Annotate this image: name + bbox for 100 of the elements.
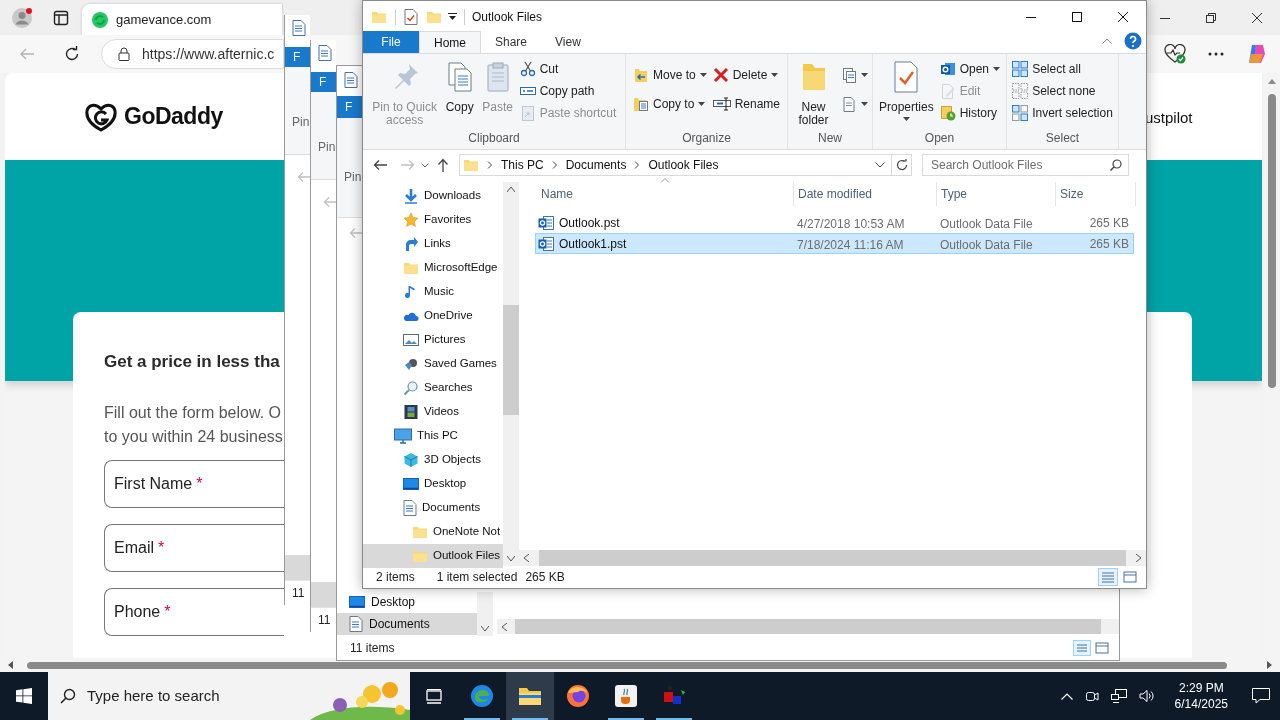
- search-field[interactable]: Search Outlook Files: [922, 154, 1129, 176]
- collapse-ribbon-icon[interactable]: [1102, 38, 1112, 44]
- more-icon[interactable]: [1208, 52, 1224, 56]
- network-icon[interactable]: [1110, 689, 1127, 703]
- nav-item[interactable]: Saved Games: [363, 352, 503, 376]
- tray-chevron-icon[interactable]: [1060, 692, 1073, 700]
- heartbeat-shield-icon[interactable]: [1164, 44, 1186, 64]
- game-piece-icon: [403, 356, 419, 372]
- close-icon: [1118, 11, 1128, 22]
- breadcrumb-item[interactable]: Outlook Files: [648, 156, 719, 174]
- nav-item[interactable]: Documents: [337, 613, 477, 635]
- ribbon-tab[interactable]: Share: [481, 31, 542, 53]
- chevron-icon: [487, 161, 493, 169]
- ribbon-button[interactable]: Select none: [1012, 81, 1113, 101]
- ribbon-button[interactable]: Copy: [443, 59, 476, 114]
- ribbon-tab[interactable]: Home: [419, 31, 481, 53]
- file-tab[interactable]: F: [337, 96, 363, 118]
- file-tab[interactable]: File: [363, 31, 419, 53]
- meet-now-icon[interactable]: [1084, 689, 1099, 703]
- column-header[interactable]: Size: [1056, 182, 1136, 206]
- file-tab[interactable]: F: [311, 72, 336, 92]
- nav-item[interactable]: Favorites: [363, 208, 503, 232]
- nav-item[interactable]: Desktop: [363, 472, 503, 496]
- column-header[interactable]: Type: [937, 182, 1056, 206]
- notification-icon[interactable]: [1252, 688, 1270, 704]
- file-row[interactable]: Outlook.pst 4/27/2018 10:53 AM Outlook Data File 265 KB: [535, 212, 1134, 233]
- details-list-icon: [1099, 569, 1117, 585]
- easy-access-icon: [840, 96, 857, 112]
- nav-item[interactable]: Documents: [363, 496, 503, 520]
- customize-caret-icon[interactable]: [448, 12, 457, 21]
- large-icons-view-icon[interactable]: [1093, 640, 1111, 656]
- up-arrow-icon[interactable]: [437, 158, 449, 172]
- speaker-icon[interactable]: [1138, 689, 1155, 703]
- intro-text-line: Fill out the form below. O: [104, 402, 281, 423]
- ribbon-button[interactable]: Properties: [878, 59, 934, 121]
- rename-icon: [712, 95, 731, 113]
- address-field[interactable]: This PC Documents Outlook Files: [459, 154, 912, 176]
- ribbon-button[interactable]: Copy path: [519, 81, 617, 101]
- nav-item[interactable]: Outlook Files: [363, 544, 503, 568]
- ribbon-button[interactable]: Delete: [712, 65, 780, 85]
- trustpilot-text[interactable]: ustpilot: [1145, 107, 1193, 130]
- nav-item[interactable]: Links: [363, 232, 503, 256]
- document-icon: [403, 500, 417, 516]
- edit-document-icon: [939, 83, 956, 99]
- ribbon-button[interactable]: Select all: [1012, 59, 1113, 79]
- ribbon-tab[interactable]: View: [541, 31, 595, 53]
- type-cell: Outlook Data File: [940, 216, 1033, 231]
- chevron-icon: [634, 161, 641, 169]
- ribbon-button[interactable]: Copy to: [632, 94, 707, 114]
- document-icon: [292, 20, 306, 36]
- ribbon-button[interactable]: Rename: [712, 94, 780, 114]
- ribbon-button[interactable]: Move to: [632, 65, 707, 85]
- edge-browser-icon: [470, 684, 494, 708]
- window-title: Outlook Files: [472, 8, 543, 26]
- column-header[interactable]: Date modified: [794, 182, 937, 206]
- file-tab[interactable]: F: [285, 47, 310, 67]
- nav-item[interactable]: Music: [363, 280, 503, 304]
- nav-item[interactable]: 3D Objects: [363, 448, 503, 472]
- address-bar[interactable]: https://www.afternic.c: [101, 39, 284, 69]
- ribbon-button[interactable]: New folder: [792, 59, 835, 127]
- copilot-icon[interactable]: [1246, 43, 1268, 65]
- ribbon-button[interactable]: History: [939, 103, 1001, 123]
- nav-item[interactable]: OneDrive: [363, 304, 503, 328]
- recent-caret-icon[interactable]: [421, 162, 429, 168]
- nav-item[interactable]: Searches: [363, 376, 503, 400]
- nav-item[interactable]: OneNote Not: [363, 520, 503, 544]
- dropdown-chevron-icon[interactable]: [875, 162, 885, 168]
- nav-item[interactable]: Downloads: [363, 184, 503, 208]
- nav-item[interactable]: MicrosoftEdge: [363, 256, 503, 280]
- vertical-tabs-icon[interactable]: [53, 9, 69, 26]
- refresh-icon[interactable]: [64, 46, 80, 62]
- ribbon-button[interactable]: Cut: [519, 59, 617, 79]
- column-header[interactable]: Name: [537, 182, 794, 206]
- properties-check-icon[interactable]: [404, 8, 418, 25]
- file-name: Outlook.pst: [559, 214, 620, 232]
- large-icons-view-button[interactable]: [1120, 568, 1140, 586]
- scrollbar[interactable]: [477, 592, 493, 636]
- ribbon-button[interactable]: Open: [939, 59, 1001, 79]
- ribbon-button[interactable]: [840, 65, 868, 85]
- browser-tab[interactable]: gamevance.com: [82, 4, 282, 35]
- breadcrumb-item[interactable]: This PC: [501, 156, 544, 174]
- ribbon-button[interactable]: [840, 94, 868, 114]
- back-arrow-icon[interactable]: [349, 227, 363, 239]
- ribbon-button[interactable]: Invert selection: [1012, 103, 1113, 123]
- input-field[interactable]: Phone *: [104, 587, 284, 636]
- size-cell-text: 265 KB: [1089, 235, 1129, 253]
- nav-item[interactable]: Pictures: [363, 328, 503, 352]
- scrollbar[interactable]: [497, 619, 1119, 634]
- taskbar-button[interactable]: [506, 672, 554, 720]
- nav-item[interactable]: Videos: [363, 400, 503, 424]
- taskbar-search-field[interactable]: Type here to search: [48, 672, 410, 720]
- nav-item[interactable]: This PC: [363, 424, 503, 448]
- scrollbar[interactable]: [519, 550, 1146, 566]
- breadcrumb-item[interactable]: Documents: [565, 156, 627, 174]
- file-row[interactable]: Outlook1.pst 7/18/2024 11:16 AM Outlook Data File 265 KB: [535, 233, 1134, 254]
- scrollbar[interactable]: [503, 182, 519, 566]
- help-icon[interactable]: [1124, 32, 1142, 50]
- back-arrow-icon[interactable]: [373, 159, 387, 171]
- clock[interactable]: 2:29 PM 6/14/2025: [1174, 680, 1228, 712]
- nav-item[interactable]: Desktop: [337, 591, 477, 613]
